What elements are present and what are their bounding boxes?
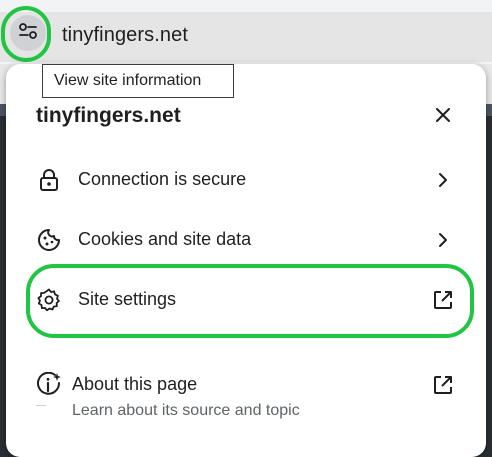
about-this-page-sublabel: Learn about its source and topic [72,402,300,419]
chevron-right-icon [430,227,456,253]
close-button[interactable] [430,104,456,130]
close-icon [435,107,451,128]
connection-secure-item[interactable]: Connection is secure [6,154,486,206]
site-info-tooltip: View site information [42,64,234,98]
address-bar-url[interactable]: tinyfingers.net [62,24,188,47]
connection-secure-label: Connection is secure [78,169,247,189]
site-settings-highlight [26,264,474,338]
cookies-site-data-label: Cookies and site data [78,229,252,249]
cookies-site-data-item[interactable]: Cookies and site data [6,214,486,266]
open-external-icon [430,372,456,398]
browser-toolbar: tinyfingers.net [0,0,492,64]
cookie-icon [36,227,62,253]
chevron-right-icon [430,167,456,193]
site-info-highlight [1,6,51,62]
popup-title: tinyfingers.net [36,104,181,127]
info-sparkle-icon [36,372,62,398]
lock-icon [36,167,62,193]
about-this-page-label: About this page [72,374,198,394]
address-bar[interactable]: tinyfingers.net [0,12,492,62]
site-info-popup: tinyfingers.net Connection is secure Coo… [6,64,486,457]
